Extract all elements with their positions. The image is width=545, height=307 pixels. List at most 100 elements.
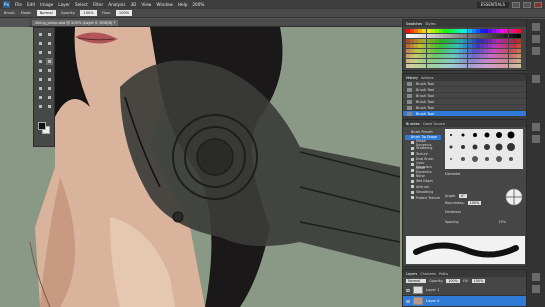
checkbox[interactable] [411,141,414,145]
checkbox[interactable] [411,185,414,189]
photoshop-logo: Ps [3,1,10,8]
checkbox[interactable] [411,196,414,200]
color-swatch[interactable] [516,34,521,38]
menu-image[interactable]: Image [40,2,53,7]
fill-field[interactable]: 100% [471,278,486,283]
mode-select[interactable]: Normal [36,10,56,16]
workspace-switcher[interactable]: ESSENTIALS [476,1,509,8]
tab-paths[interactable]: Paths [439,272,448,276]
eye-icon[interactable] [406,299,410,303]
panel-icon[interactable] [532,23,540,31]
color-swatch[interactable] [516,64,521,68]
color-swatch[interactable] [516,49,521,53]
color-swatch[interactable] [516,59,521,63]
checkbox[interactable] [411,163,414,167]
fill-label: Fill: [462,278,469,283]
layer-thumbnail [413,286,423,294]
tab-layers[interactable]: Layers [406,272,417,276]
checkbox[interactable] [411,190,414,194]
history-item-selected[interactable]: Brush Tool [403,111,526,117]
blend-mode-select[interactable]: Normal [406,278,427,283]
brush-tool-icon[interactable] [46,58,53,65]
menu-window[interactable]: Window [156,2,173,7]
crop-tool-icon[interactable] [37,49,44,56]
menu-bar: Ps File Edit Image Layer Select Filter A… [0,0,545,9]
menu-edit[interactable]: Edit [27,2,35,7]
color-swatch[interactable] [516,54,521,58]
move-tool-icon[interactable] [37,31,44,38]
opacity-label: Opacity: [60,11,76,15]
menu-3d[interactable]: 3D [131,2,137,7]
magic-wand-tool-icon[interactable] [46,40,53,47]
menu-file[interactable]: File [15,2,22,7]
maximize-button[interactable] [523,1,531,8]
checkbox[interactable] [411,179,414,183]
flow-field[interactable]: 100% [115,10,133,16]
document-tab[interactable]: viking_pinup.psd @ 200% (Layer 0, RGB/8)… [32,20,119,26]
close-button[interactable] [534,1,542,8]
checkbox[interactable] [411,146,414,150]
lasso-tool-icon[interactable] [37,40,44,47]
checkbox[interactable] [411,168,414,172]
marquee-tool-icon[interactable] [46,31,53,38]
minimize-button[interactable] [512,1,520,8]
checkbox[interactable] [411,152,414,156]
history-brush-tool-icon[interactable] [46,67,53,74]
pen-tool-icon[interactable] [46,85,53,92]
foreground-color-swatch[interactable] [38,122,46,130]
clone-stamp-tool-icon[interactable] [37,67,44,74]
panel-icon[interactable] [532,35,540,43]
document-canvas[interactable] [0,27,402,307]
zoom-tool-icon[interactable] [46,103,53,110]
zoom-level[interactable]: 200% [192,2,204,7]
eraser-tool-icon[interactable] [37,76,44,83]
layer-name: Layer 1 [426,288,440,292]
eyedropper-tool-icon[interactable] [46,49,53,56]
eye-icon[interactable] [406,288,410,292]
layer-row[interactable]: Layer 1 [403,285,526,296]
painting [29,27,401,307]
color-swatch[interactable] [516,39,521,43]
brush-tip-grid[interactable] [445,129,523,169]
checkbox[interactable] [411,174,414,178]
tab-history[interactable]: History [406,76,418,80]
healing-brush-tool-icon[interactable] [37,58,44,65]
swatch-grid[interactable] [406,29,522,69]
menu-select[interactable]: Select [75,2,88,7]
tab-actions[interactable]: Actions [421,76,433,80]
tab-swatches[interactable]: Swatches [406,22,422,26]
panel-icon[interactable] [532,285,540,293]
color-swatch[interactable] [516,44,521,48]
color-swatch[interactable] [516,29,521,33]
brush-tool-label: Brush: [4,11,16,15]
opacity-field[interactable]: 100% [80,10,97,16]
path-selection-tool-icon[interactable] [46,94,53,101]
panel-icon[interactable] [532,135,540,143]
brush-stroke-preview [406,236,525,264]
type-tool-icon[interactable] [37,94,44,101]
checkbox[interactable] [411,157,414,161]
tab-clone-source[interactable]: Clone Source [423,122,445,126]
panel-icon[interactable] [532,47,540,55]
menu-help[interactable]: Help [178,2,188,7]
menu-analysis[interactable]: Analysis [108,2,125,7]
menu-layer[interactable]: Layer [58,2,70,7]
gradient-tool-icon[interactable] [46,76,53,83]
brush-option[interactable]: Protect Texture [405,195,441,201]
panel-icon[interactable] [532,123,540,131]
menu-view[interactable]: View [141,2,151,7]
menu-filter[interactable]: Filter [93,2,103,7]
brush-angle-preview-icon[interactable] [505,188,523,206]
hand-tool-icon[interactable] [37,103,44,110]
layer-opacity-field[interactable]: 100% [446,278,460,283]
dodge-tool-icon[interactable] [37,85,44,92]
swatches-tabs: Swatches Styles [403,20,526,27]
brush-options-list: Brush Presets Brush Tip Shape Shape Dyna… [405,129,441,201]
tab-styles[interactable]: Styles [425,22,435,26]
brushes-tabs: Brushes Clone Source [403,120,526,127]
tab-brushes[interactable]: Brushes [406,122,420,126]
panel-icon[interactable] [532,273,540,281]
tab-channels[interactable]: Channels [420,272,436,276]
layer-row-selected[interactable]: Layer 0 [403,296,526,307]
panel-icon[interactable] [532,75,540,83]
